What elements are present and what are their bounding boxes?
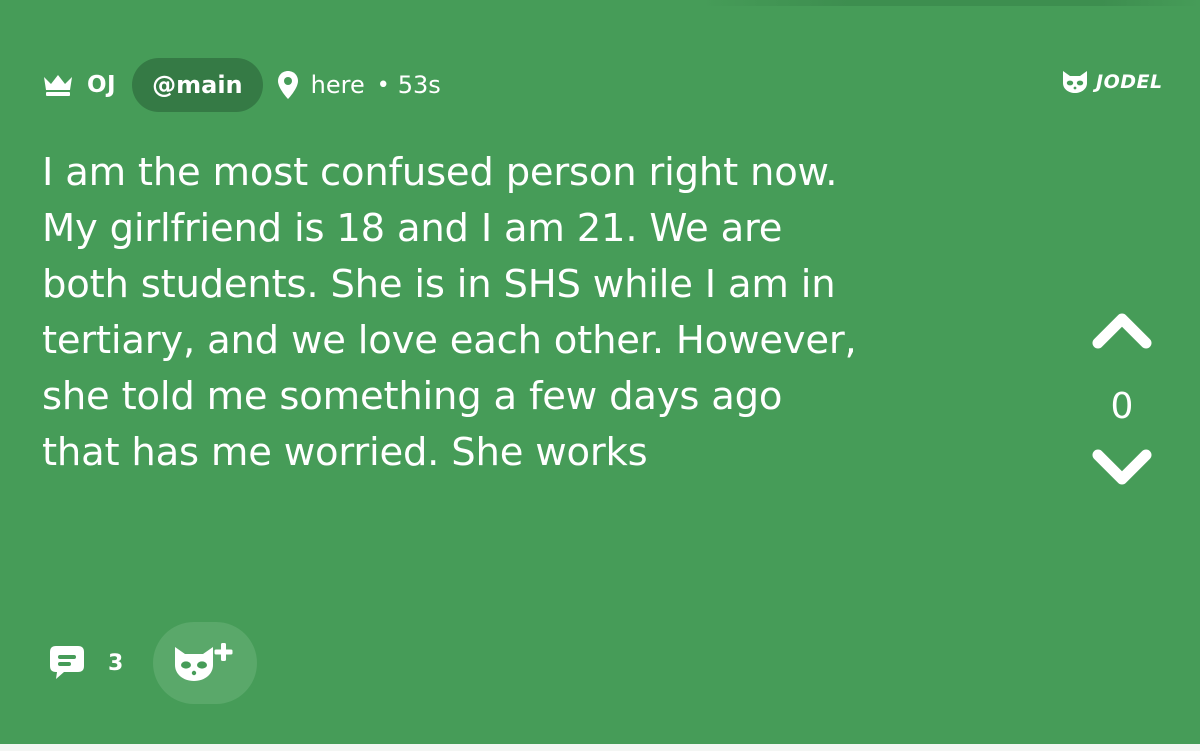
post-body-text[interactable]: I am the most confused person right now.… [42, 145, 1002, 481]
mascot-plus-icon [175, 643, 233, 681]
mascot-plus-button[interactable] [153, 622, 258, 704]
post-footer: 3 [46, 622, 258, 704]
post-age: 53s [397, 71, 441, 99]
vote-control: 0 [1090, 305, 1154, 491]
brand-logo: JODEL [1060, 69, 1163, 95]
chevron-down-icon [1092, 449, 1152, 485]
separator-dot: • [376, 72, 390, 98]
comment-bubble-icon[interactable] [46, 642, 88, 684]
location-label: here [310, 71, 365, 99]
chevron-up-icon [1092, 313, 1152, 349]
top-edge-shadow [700, 0, 1200, 6]
channel-pill-button[interactable]: @main [132, 58, 263, 112]
post-card[interactable]: OJ @main here • 53s JODEL I am the most … [0, 0, 1200, 744]
location-pin-icon [277, 70, 299, 100]
upvote-button[interactable] [1090, 305, 1154, 353]
bottom-divider [0, 744, 1200, 751]
post-header: OJ @main here • 53s [42, 58, 441, 112]
jodel-mascot-icon [1060, 69, 1090, 95]
crown-icon [42, 73, 74, 97]
brand-name: JODEL [1096, 71, 1163, 93]
comment-count: 3 [108, 650, 124, 676]
vote-score: 0 [1110, 386, 1134, 427]
downvote-button[interactable] [1090, 443, 1154, 491]
author-label: OJ [87, 72, 117, 98]
